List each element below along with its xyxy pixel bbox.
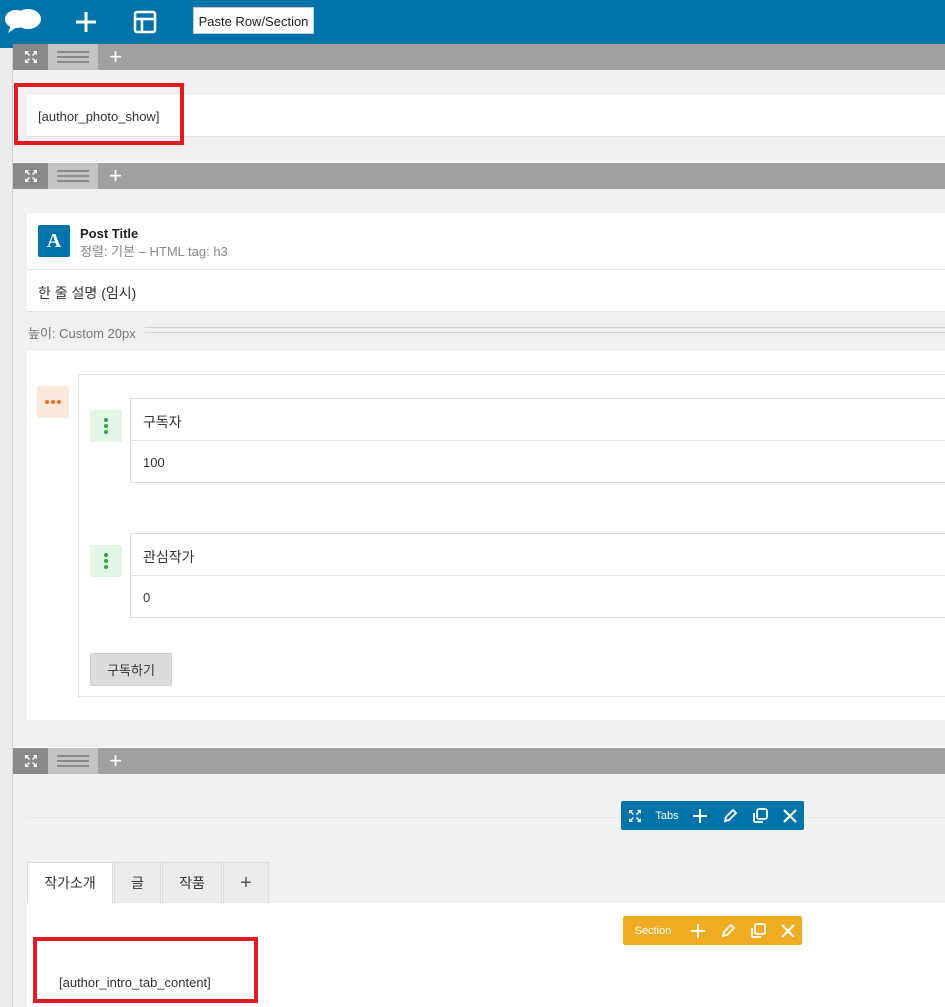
tab-posts[interactable]: 글	[114, 862, 161, 903]
cloud-logo-icon[interactable]	[3, 6, 43, 34]
subscriber-label: 구독자	[143, 414, 182, 430]
pencil-icon[interactable]	[715, 801, 745, 830]
add-tab-button[interactable]: +	[223, 862, 269, 903]
pencil-icon[interactable]	[713, 916, 743, 945]
plus-icon[interactable]	[72, 8, 100, 36]
text-element-icon: A	[38, 225, 70, 257]
drag-handle-icon[interactable]	[48, 748, 98, 774]
following-count: 0	[143, 590, 151, 605]
section-label: Section	[634, 924, 672, 937]
close-icon[interactable]	[775, 801, 804, 830]
spacer-label: 높이: Custom 20px	[28, 326, 136, 341]
plus-icon[interactable]	[685, 801, 715, 830]
clone-icon[interactable]	[743, 916, 773, 945]
post-title-meta: 정렬: 기본 – HTML tag: h3	[80, 244, 228, 259]
move-icon[interactable]	[13, 44, 48, 70]
description-text: 한 줄 설명 (임시)	[38, 285, 137, 301]
move-icon[interactable]	[621, 801, 649, 830]
row-2-controls: +	[13, 163, 945, 189]
top-toolbar: Paste Row/Section	[0, 0, 945, 48]
tabs-label: Tabs	[655, 809, 679, 822]
drag-handle-icon[interactable]	[48, 44, 98, 70]
more-options-icon[interactable]	[37, 386, 69, 418]
highlight-box-intro	[33, 937, 258, 1003]
paste-row-section-button[interactable]: Paste Row/Section	[193, 7, 314, 34]
vertical-dots-icon[interactable]	[90, 545, 122, 577]
subscriber-count: 100	[143, 455, 165, 470]
highlight-box-photo	[14, 83, 184, 145]
divider	[27, 269, 945, 270]
row-3-controls: +	[13, 748, 945, 774]
vertical-dots-icon[interactable]	[90, 410, 122, 442]
tab-works[interactable]: 작품	[162, 862, 222, 903]
move-icon[interactable]	[13, 163, 48, 189]
move-icon[interactable]	[13, 748, 48, 774]
section-controls: Section	[623, 916, 802, 945]
plus-icon[interactable]	[683, 916, 713, 945]
post-title-label: Post Title	[80, 226, 139, 241]
add-row-icon[interactable]: +	[98, 163, 133, 189]
clone-icon[interactable]	[745, 801, 775, 830]
following-label: 관심작가	[143, 549, 195, 565]
spacer-line	[145, 327, 945, 333]
row-1-controls: +	[13, 44, 945, 70]
tabs-controls: Tabs	[621, 801, 804, 830]
subscribe-button[interactable]: 구독하기	[90, 653, 172, 686]
add-row-icon[interactable]: +	[98, 748, 133, 774]
close-icon[interactable]	[773, 916, 802, 945]
tab-author-intro[interactable]: 작가소개	[27, 862, 113, 903]
layout-icon[interactable]	[131, 8, 159, 36]
divider	[131, 575, 945, 576]
drag-handle-icon[interactable]	[48, 163, 98, 189]
divider	[131, 440, 945, 441]
add-row-icon[interactable]: +	[98, 44, 133, 70]
divider	[27, 817, 945, 818]
